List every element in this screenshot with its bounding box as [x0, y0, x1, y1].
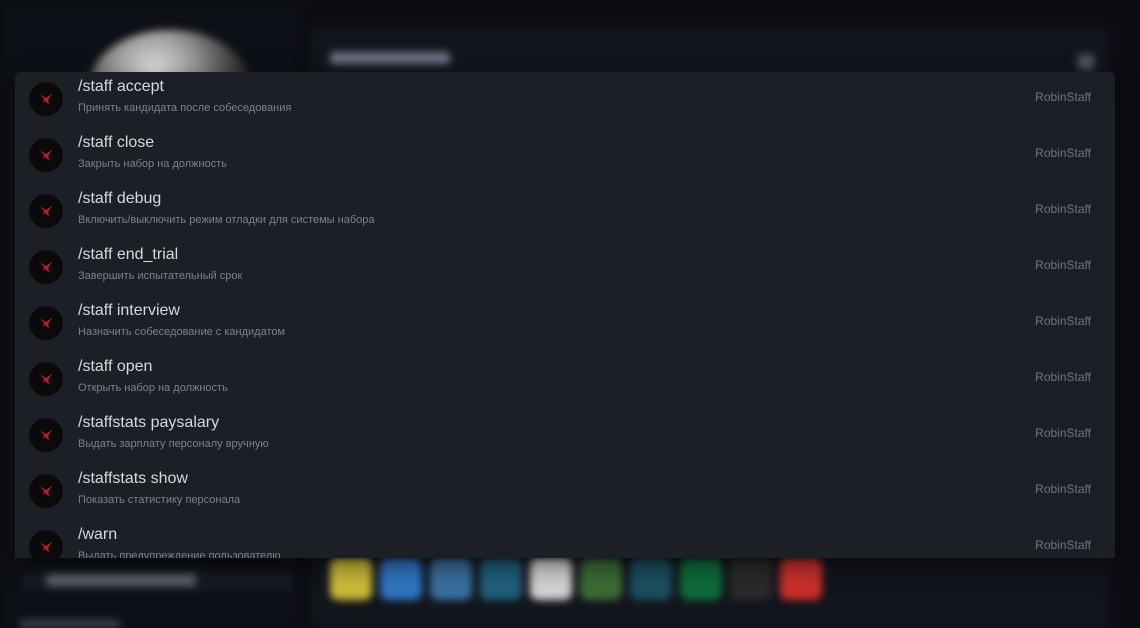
command-source: RobinStaff	[1035, 146, 1091, 160]
command-option[interactable]: /staff accept Принять кандидата после со…	[15, 72, 1115, 128]
red-bird-logo-icon	[39, 93, 53, 106]
main-panel-title	[330, 52, 450, 64]
linux-icon	[730, 558, 772, 600]
command-source: RobinStaff	[1035, 426, 1091, 440]
red-bird-logo-icon	[39, 429, 53, 442]
bot-avatar	[29, 530, 63, 558]
red-bird-logo-icon	[39, 373, 53, 386]
sidebar-link-secondary	[20, 620, 120, 628]
react-icon	[480, 558, 522, 600]
red-bird-logo-icon	[39, 149, 53, 162]
tech-icons-row	[330, 558, 822, 600]
typescript-icon	[380, 558, 422, 600]
command-option[interactable]: /warn Выдать предупреждение пользователю…	[15, 520, 1115, 558]
command-source: RobinStaff	[1035, 314, 1091, 328]
sidebar-link	[22, 570, 292, 592]
command-option[interactable]: /staff debug Включить/выключить режим от…	[15, 184, 1115, 240]
command-description: Открыть набор на должность	[78, 382, 228, 394]
bot-avatar	[29, 306, 63, 340]
command-name: /staff debug	[78, 190, 162, 207]
go-icon	[630, 558, 672, 600]
command-option[interactable]: /staff close Закрыть набор на должность …	[15, 128, 1115, 184]
command-description: Принять кандидата после собеседования	[78, 102, 292, 114]
command-name: /warn	[78, 526, 118, 543]
command-autocomplete-popup: /staff accept Принять кандидата после со…	[15, 72, 1115, 558]
command-option[interactable]: /staff end_trial Завершить испытательный…	[15, 240, 1115, 296]
github-icon	[530, 558, 572, 600]
bot-avatar	[29, 362, 63, 396]
command-description: Закрыть набор на должность	[78, 158, 227, 170]
command-name: /staff end_trial	[78, 246, 179, 263]
command-name: /staff accept	[78, 78, 164, 95]
red-bird-logo-icon	[39, 205, 53, 218]
command-name: /staff close	[78, 134, 155, 151]
bot-avatar	[29, 250, 63, 284]
command-description: Завершить испытательный срок	[78, 270, 243, 282]
red-bird-logo-icon	[39, 485, 53, 498]
command-option[interactable]: /staff open Открыть набор на должность R…	[15, 352, 1115, 408]
mongodb-icon	[680, 558, 722, 600]
red-bird-logo-icon	[39, 541, 53, 554]
bot-avatar	[29, 138, 63, 172]
red-bird-logo-icon	[39, 317, 53, 330]
command-option[interactable]: /staffstats show Показать статистику пер…	[15, 464, 1115, 520]
command-description: Выдать зарплату персоналу вручную	[78, 438, 269, 450]
command-source: RobinStaff	[1035, 538, 1091, 552]
command-name: /staff interview	[78, 302, 180, 319]
bot-avatar	[29, 82, 63, 116]
command-source: RobinStaff	[1035, 370, 1091, 384]
command-source: RobinStaff	[1035, 258, 1091, 272]
command-source: RobinStaff	[1035, 482, 1091, 496]
command-option[interactable]: /staff interview Назначить собеседование…	[15, 296, 1115, 352]
command-description: Выдать предупреждение пользователю	[78, 550, 281, 558]
command-description: Включить/выключить режим отладки для сис…	[78, 214, 375, 226]
command-description: Показать статистику персонала	[78, 494, 241, 506]
red-bird-logo-icon	[39, 261, 53, 274]
javascript-icon	[330, 558, 372, 600]
redis-icon	[780, 558, 822, 600]
bot-avatar	[29, 474, 63, 508]
command-name: /staffstats show	[78, 470, 188, 487]
bot-avatar	[29, 194, 63, 228]
nodejs-icon	[580, 558, 622, 600]
command-name: /staffstats paysalary	[78, 414, 220, 431]
command-description: Назначить собеседование с кандидатом	[78, 326, 286, 338]
python-icon	[430, 558, 472, 600]
command-name: /staff open	[78, 358, 153, 375]
command-source: RobinStaff	[1035, 90, 1091, 104]
edit-icon	[1078, 54, 1094, 70]
command-source: RobinStaff	[1035, 202, 1091, 216]
command-option[interactable]: /staffstats paysalary Выдать зарплату пе…	[15, 408, 1115, 464]
bot-avatar	[29, 418, 63, 452]
